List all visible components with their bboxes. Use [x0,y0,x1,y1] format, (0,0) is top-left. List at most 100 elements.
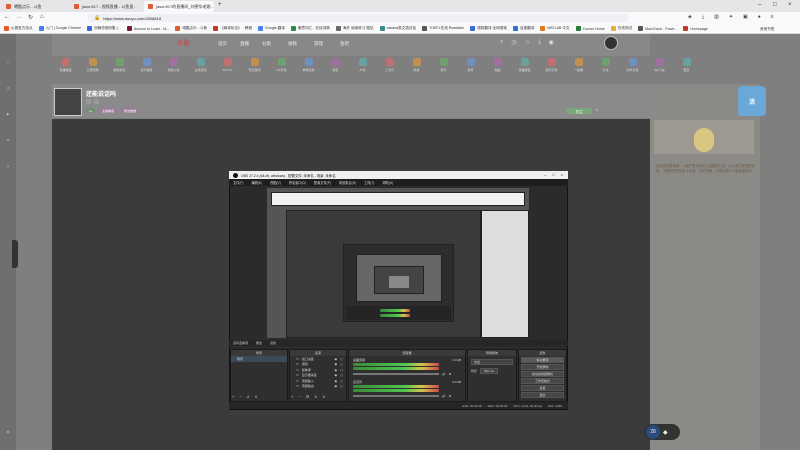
download-app-icon[interactable]: ⤓ [538,39,541,46]
remove-source-icon[interactable]: − [298,394,300,399]
bookmark-item[interactable]: sakana英文语法站 [379,26,416,31]
bookmark-item[interactable]: Homepage [683,26,708,31]
move-down-icon[interactable]: ∨ [255,394,258,399]
pocket-icon[interactable]: ◈ [688,14,692,20]
url-bar[interactable]: 🔒 https://www.douyu.com/2008818 [88,14,628,22]
obs-menu-item[interactable]: 帮助(H) [382,180,393,185]
category-item[interactable]: 音乐 [430,58,457,72]
new-tab-icon[interactable]: + [218,2,222,8]
source-settings-icon[interactable]: ⚙ [306,394,310,399]
category-item[interactable]: 绝地求生 [106,58,133,72]
studio-mode-button[interactable]: 工作室模式 [521,378,564,384]
category-item[interactable]: 户外 [349,58,376,72]
transition-select[interactable]: 淡出 [471,359,513,365]
category-item[interactable]: 吃鸡手游 [619,58,646,72]
browser-tab-2[interactable]: jason917 - 视频直播 - 斗鱼直... [70,1,142,12]
bookmark-item[interactable]: Google 翻译 [258,26,285,31]
category-item[interactable]: 单机热游 [295,58,322,72]
bookmark-item[interactable]: 《麻将玩法》 - 教程 [213,26,252,31]
bookmark-item[interactable]: Course Home [575,26,605,31]
visibility-icon[interactable]: ◉ [335,373,338,377]
category-item[interactable]: DOTA2 [214,58,241,72]
share-icon[interactable] [94,99,99,104]
obs-maximize-icon[interactable]: □ [552,172,554,177]
maximize-icon[interactable]: □ [773,2,777,8]
nav-video[interactable]: 视频 [288,41,297,47]
nav-live[interactable]: 直播 [240,41,249,47]
bookmark-item[interactable]: 入门 | Google Chrome [38,26,81,31]
properties-button[interactable]: 属性 [256,341,262,345]
bookmark-item[interactable]: MacCheck - Powe... [638,26,677,31]
bookmark-item[interactable]: 雅思词汇 - 在线词典 [290,26,330,31]
category-item[interactable]: 穿越火线 [160,58,187,72]
rail-settings-icon[interactable]: ⚙ [2,430,14,434]
rail-gift-icon[interactable]: ♦ [2,164,14,168]
user-avatar[interactable] [604,36,618,50]
follow-button[interactable]: 关注 [566,108,592,114]
obs-close-icon[interactable]: × [561,172,563,177]
download-icon[interactable]: ⤓ [702,14,704,20]
channel-settings-icon[interactable]: ⚙ [449,372,452,376]
lock-icon[interactable]: ▢ [340,362,343,366]
rail-follow-icon[interactable]: ☆ [2,60,14,64]
minimize-icon[interactable]: – [758,2,761,8]
category-item[interactable]: 文化 [592,58,619,72]
event-badge[interactable]: 活 [738,86,766,116]
home-icon[interactable]: ⌂ [40,14,44,20]
browser-tab-3-active[interactable]: jason917的直播间_刘德华老歌... [144,1,214,12]
obs-menu-item[interactable]: 配置文件(P) [314,180,331,185]
category-item[interactable]: 娱乐天地 [538,58,565,72]
volume-slider[interactable] [353,395,439,397]
side-collapse-handle[interactable] [12,240,18,268]
category-item[interactable]: 体育 [457,58,484,72]
report-icon[interactable] [86,99,91,104]
bookmark-item[interactable]: MATLAB 中文 [540,26,570,31]
speaker-icon[interactable]: 🔊 [442,372,446,376]
extension-icon[interactable]: ✦ [729,14,733,20]
other-bookmarks[interactable]: 其他书签 [760,27,774,32]
category-item[interactable]: 怀旧游戏 [241,58,268,72]
lock-icon[interactable]: ▢ [340,357,343,361]
obs-menu-item[interactable]: 停靠窗口(D) [289,180,306,185]
category-item[interactable]: 英雄联盟 [52,58,79,72]
follow-icon[interactable]: ☆ [525,39,530,46]
bookmark-item[interactable]: Avenue to Learn - M... [126,26,169,31]
search-icon[interactable]: ⌕ [500,39,503,46]
virtual-camera-button[interactable]: 启动虚拟摄像机 [521,371,564,377]
scene-item[interactable]: 场景 [231,356,287,362]
back-icon[interactable]: ← [4,14,10,20]
stop-streaming-button[interactable]: 停止推流 [521,357,564,363]
category-item[interactable]: 舞蹈 [484,58,511,72]
source-down-icon[interactable]: ∨ [322,394,325,399]
rail-message-icon[interactable]: ✉ [2,138,14,142]
category-item[interactable]: 更多 [673,58,700,72]
broadcast-icon[interactable]: ◉ [549,39,554,46]
category-item[interactable]: 科技 [403,58,430,72]
bookmark-item[interactable]: 伪静态规则集 (... [87,26,121,31]
browser-tab-1[interactable]: 噶酷点乐 - 斗鱼 [2,1,68,12]
category-item[interactable]: QQ飞车 [646,58,673,72]
bookmark-item[interactable]: 噶酷点乐 - 斗鱼 [175,26,207,31]
history-icon[interactable]: ◷ [511,39,516,46]
bookmark-item[interactable]: 搜狗翻译 全网搜索 [470,26,507,31]
add-source-icon[interactable]: + [291,394,293,399]
viewer-count-widget[interactable]: 28 ◆ [644,424,680,440]
lock-icon[interactable]: ▢ [340,368,343,372]
obs-minimize-icon[interactable]: – [544,172,546,177]
library-icon[interactable]: ▥ [714,14,719,20]
category-item[interactable]: 主机游戏 [187,58,214,72]
category-item[interactable]: 颜值 [322,58,349,72]
lock-icon[interactable]: ▢ [340,379,343,383]
tag-2[interactable]: 粉丝徽章 [121,108,140,113]
nav-game[interactable]: 游戏 [314,41,323,47]
tag-1[interactable]: 主播等级 [99,108,118,113]
visibility-icon[interactable]: ◉ [335,379,338,383]
visibility-icon[interactable]: ◉ [335,368,338,372]
bookmark-item[interactable]: 百度翻译 [512,26,534,31]
obs-menu-item[interactable]: 工具(T) [364,180,374,185]
bookmark-item[interactable]: TOEFL在线 Readable [422,26,464,31]
category-item[interactable]: 英雄联盟 [511,58,538,72]
category-item[interactable]: CF手游 [268,58,295,72]
rail-history-icon[interactable]: ◷ [2,86,14,90]
duration-input[interactable]: 300 ms [480,368,498,374]
